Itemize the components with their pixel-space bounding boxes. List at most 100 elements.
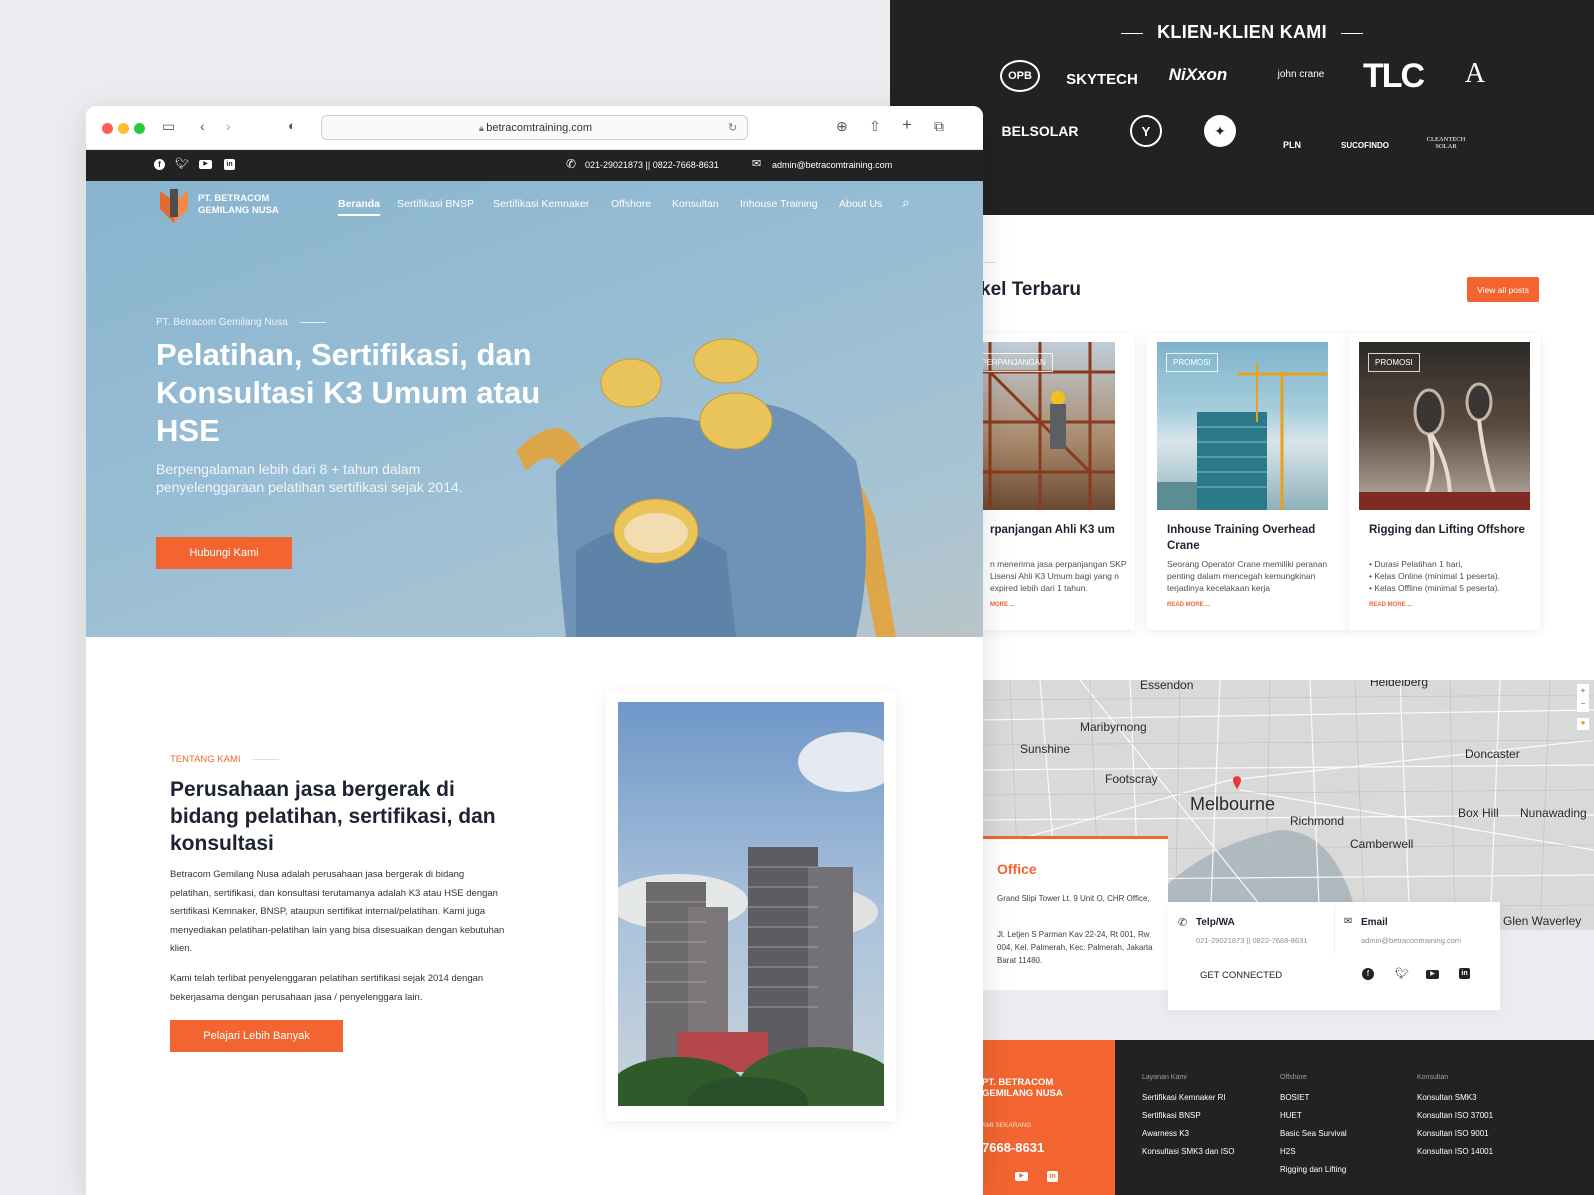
map-label: Doncaster: [1465, 747, 1520, 761]
nav-sertifikasi-kemnaker[interactable]: Sertifikasi Kemnaker: [493, 198, 589, 210]
twitter-icon[interactable]: 🐦︎: [1395, 967, 1409, 980]
articles-divider: [982, 262, 996, 263]
back-icon[interactable]: ‹: [200, 118, 205, 134]
download-icon[interactable]: ⊕: [836, 118, 848, 135]
about-title: Perusahaan jasa bergerak di bidang pelat…: [170, 778, 496, 855]
article-image-rigging[interactable]: PROMOSI: [1359, 342, 1530, 510]
reload-icon[interactable]: ↻: [728, 121, 737, 134]
map-label: Sunshine: [1020, 742, 1071, 756]
site-logo[interactable]: [156, 181, 196, 233]
footer-link[interactable]: Sertifikasi BNSP: [1142, 1111, 1201, 1120]
learn-more-button[interactable]: Pelajari Lebih Banyak: [170, 1020, 343, 1052]
article-title[interactable]: Rigging dan Lifting Offshore: [1369, 522, 1534, 538]
sidebar-icon[interactable]: ▭: [162, 118, 175, 135]
client-logo-nixxon: NiXxon: [1168, 65, 1228, 84]
brand-line1: PT. BETRACOM: [198, 193, 270, 204]
client-logo-tlc: TLC: [1362, 56, 1425, 95]
youtube-icon[interactable]: ▶: [1426, 970, 1439, 979]
phone-number[interactable]: 021-29021873 || 0822-7668-8631: [1196, 936, 1308, 945]
pegman-icon[interactable]: ●: [1577, 718, 1589, 730]
article-title[interactable]: Inhouse Training Overhead Crane: [1167, 522, 1332, 554]
article-excerpt-list: Durasi Pelatihan 1 hari, Kelas Online (m…: [1369, 558, 1539, 594]
footer-link[interactable]: Konsultasi SMK3 dan ISO: [1142, 1147, 1235, 1156]
footer-link[interactable]: H2S: [1280, 1147, 1296, 1156]
email-address[interactable]: admin@betracomtraining.com: [1361, 936, 1461, 945]
client-logo-skytech: SKYTECH: [1066, 70, 1138, 88]
client-logo-sucofindo: SUCOFINDO: [1341, 141, 1389, 150]
footer-link[interactable]: BOSIET: [1280, 1093, 1309, 1102]
footer-link[interactable]: Konsultan ISO 14001: [1417, 1147, 1493, 1156]
footer-linkedin-icon[interactable]: in: [1047, 1171, 1058, 1182]
site-topbar: f 🐦︎ ▶ in ✆ 021-29021873 || 0822-7668-86…: [86, 150, 983, 181]
map-label: Box Hill: [1458, 806, 1499, 820]
nav-inhouse-training[interactable]: Inhouse Training: [740, 198, 818, 210]
maximize-window-button[interactable]: [134, 123, 145, 134]
article-image-crane[interactable]: PROMOSI: [1157, 342, 1328, 510]
contact-us-button[interactable]: Hubungi Kami: [156, 537, 292, 569]
footer-link[interactable]: Sertifikasi Kemnaker RI: [1142, 1093, 1226, 1102]
footer-link[interactable]: Rigging dan Lifting: [1280, 1165, 1346, 1174]
footer-link[interactable]: Konsultan SMK3: [1417, 1093, 1477, 1102]
office-address-line1: Grand Slipi Tower Lt. 9 Unit O, CHR Offi…: [997, 894, 1150, 903]
article-card[interactable]: PROMOSI Inhouse Training Overhead Crane …: [1147, 334, 1351, 630]
nav-sertifikasi-bnsp[interactable]: Sertifikasi BNSP: [397, 198, 474, 210]
view-all-posts-button[interactable]: View all posts: [1467, 277, 1539, 302]
client-logo-cleantech: CLEANTECH SOLAR: [1426, 136, 1466, 150]
nav-beranda[interactable]: Beranda: [338, 198, 381, 216]
map-label: Footscray: [1105, 772, 1158, 786]
article-image-scaffold[interactable]: PERPANJANGAN: [980, 342, 1115, 510]
share-icon[interactable]: ⇧: [869, 118, 881, 135]
footer-link[interactable]: Basic Sea Survival: [1280, 1129, 1347, 1138]
nav-offshore[interactable]: Offshore: [611, 198, 651, 210]
map-label: Nunawading: [1520, 806, 1587, 820]
map-label: Glen Waverley: [1503, 914, 1582, 928]
phone-label: Telp/WA: [1196, 917, 1235, 928]
nav-about-us[interactable]: About Us: [839, 198, 882, 210]
search-icon[interactable]: ⌕: [902, 194, 910, 211]
articles-title: kel Terbaru: [980, 279, 1082, 300]
topbar-phone[interactable]: 021-29021873 || 0822-7668-8631: [585, 160, 719, 170]
footer-link[interactable]: Awarness K3: [1142, 1129, 1189, 1138]
article-list-item: Kelas Online (minimal 1 peserta).: [1369, 570, 1539, 582]
twitter-icon[interactable]: 🐦︎: [175, 157, 189, 170]
tab-overview-icon[interactable]: ⧉: [934, 118, 944, 135]
footer-link[interactable]: HUET: [1280, 1111, 1302, 1120]
logo-mark-icon: [160, 189, 188, 223]
client-logo-belsolar: BELSOLAR: [1001, 123, 1079, 139]
article-excerpt: n menerima jasa perpanjangan SKP Lisensi…: [990, 559, 1127, 593]
linkedin-icon[interactable]: in: [224, 159, 235, 170]
email-label: Email: [1361, 917, 1388, 928]
forward-icon[interactable]: ›: [226, 118, 231, 134]
facebook-icon[interactable]: f: [1362, 968, 1374, 980]
address-bar[interactable]: 🔒︎ betracomtraining.com ↻: [321, 115, 748, 140]
new-tab-icon[interactable]: +: [902, 115, 912, 135]
address-bar-url: 🔒︎ betracomtraining.com: [322, 122, 749, 134]
contact-card: ✆ Telp/WA 021-29021873 || 0822-7668-8631…: [1168, 902, 1500, 1010]
article-card[interactable]: PROMOSI Rigging dan Lifting Offshore Dur…: [1349, 334, 1540, 630]
about-paragraph-1: Betracom Gemilang Nusa adalah perusahaan…: [170, 869, 505, 954]
footer-col-heading: Layanan Kami: [1142, 1074, 1187, 1081]
article-title[interactable]: rpanjangan Ahli K3 um: [990, 522, 1120, 538]
read-more-link[interactable]: MORE ...: [990, 602, 1015, 608]
topbar-email[interactable]: admin@betracomtraining.com: [772, 160, 892, 170]
read-more-link[interactable]: READ MORE ...: [1369, 602, 1412, 608]
nav-konsultan[interactable]: Konsultan: [672, 198, 719, 210]
footer-call-number[interactable]: 7668-8631: [982, 1140, 1044, 1155]
privacy-shield-icon[interactable]: ◐: [288, 118, 296, 133]
youtube-icon[interactable]: ▶: [199, 160, 212, 169]
footer-youtube-icon[interactable]: ▶: [1015, 1172, 1028, 1181]
browser-window: ▭ ‹ › ◐ 🔒︎ betracomtraining.com ↻ ⊕ ⇧ + …: [86, 106, 983, 1195]
map-label: Heidelberg: [1370, 680, 1429, 689]
linkedin-icon[interactable]: in: [1459, 968, 1470, 979]
client-logo-opb: OPB: [1000, 60, 1040, 92]
map-zoom-control[interactable]: + −: [1577, 684, 1589, 712]
close-window-button[interactable]: [102, 123, 113, 134]
facebook-icon[interactable]: f: [154, 159, 165, 170]
minimize-window-button[interactable]: [118, 123, 129, 134]
read-more-link[interactable]: READ MORE ...: [1167, 602, 1210, 608]
phone-icon: ✆: [566, 157, 577, 171]
footer-link[interactable]: Konsultan ISO 9001: [1417, 1129, 1489, 1138]
about-eyebrow: TENTANG KAMI: [170, 754, 279, 765]
buildings-photo: [618, 702, 884, 1106]
footer-link[interactable]: Konsultan ISO 37001: [1417, 1111, 1493, 1120]
